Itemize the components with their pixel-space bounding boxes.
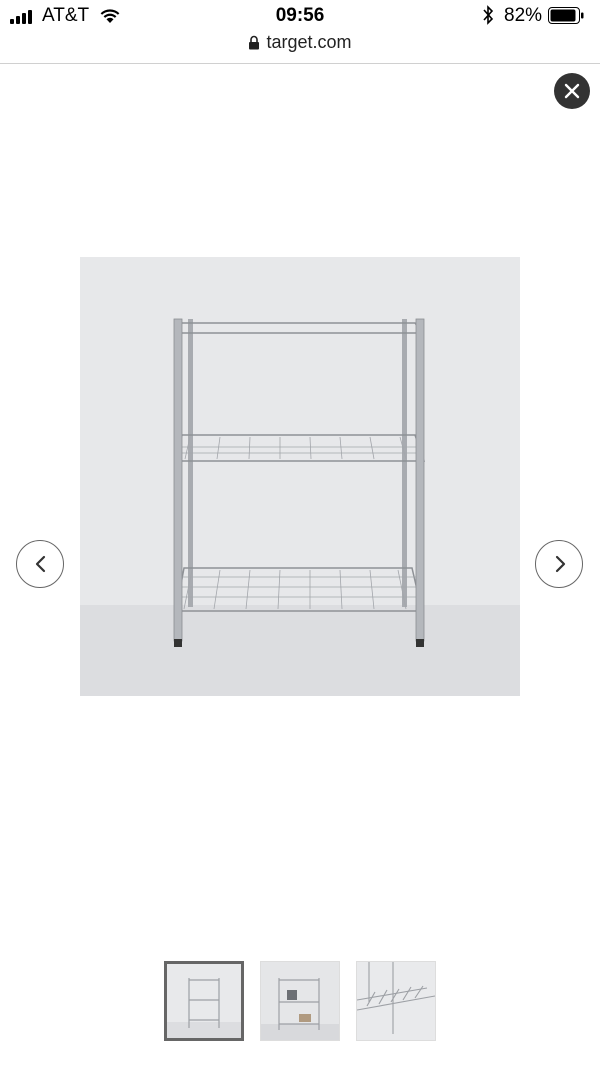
battery-icon bbox=[548, 7, 584, 24]
battery-percent: 82% bbox=[504, 5, 543, 26]
chevron-right-icon bbox=[555, 555, 566, 573]
close-button[interactable] bbox=[554, 73, 590, 109]
product-image bbox=[80, 257, 520, 696]
url-text: target.com bbox=[266, 32, 352, 52]
thumbnail-image bbox=[167, 964, 241, 1038]
next-image-button[interactable] bbox=[535, 540, 583, 588]
thumbnail-1[interactable] bbox=[164, 961, 244, 1041]
thumbnail-2[interactable] bbox=[260, 961, 340, 1041]
lock-icon bbox=[249, 35, 260, 50]
status-bar: AT&T 09:56 82% bbox=[0, 0, 600, 32]
chevron-left-icon bbox=[35, 555, 46, 573]
previous-image-button[interactable] bbox=[16, 540, 64, 588]
close-icon bbox=[564, 83, 580, 99]
bluetooth-icon bbox=[483, 5, 494, 25]
header-divider bbox=[0, 63, 600, 64]
product-image-viewer: AT&T 09:56 82% target.com bbox=[0, 0, 600, 1067]
thumbnail-image bbox=[357, 962, 435, 1040]
address-bar[interactable]: target.com bbox=[0, 32, 600, 64]
thumbnail-image bbox=[261, 962, 339, 1040]
thumbnail-3[interactable] bbox=[356, 961, 436, 1041]
